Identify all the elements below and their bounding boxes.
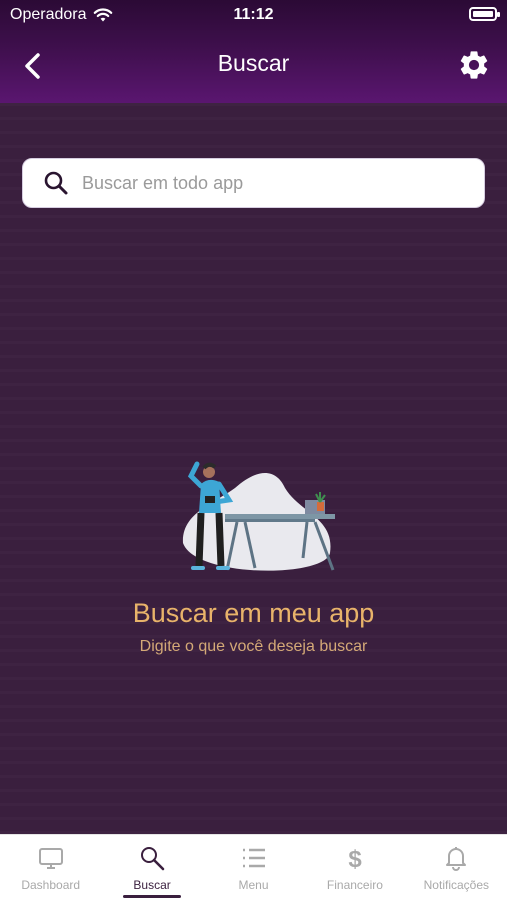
search-icon (44, 171, 68, 195)
tab-menu[interactable]: Menu (203, 835, 304, 900)
tab-buscar[interactable]: Buscar (101, 835, 202, 900)
svg-text:$: $ (348, 846, 362, 872)
empty-state-subtitle: Digite o que você deseja buscar (139, 638, 368, 655)
tab-label: Menu (238, 878, 269, 892)
tab-label: Financeiro (326, 878, 383, 892)
tab-label: Notificações (423, 878, 490, 892)
person-at-desk-illustration (182, 461, 335, 571)
tab-label: Dashboard (21, 878, 81, 892)
monitor-icon (38, 848, 63, 869)
active-tab-indicator (123, 895, 182, 898)
page-title: Buscar (217, 50, 290, 76)
gear-icon (460, 51, 488, 79)
search-bar[interactable] (22, 158, 485, 208)
list-icon (242, 848, 265, 868)
status-time: 11:12 (233, 6, 274, 23)
main-content: Buscar em meu app Digite o que você dese… (0, 103, 507, 834)
search-icon (141, 847, 165, 871)
top-bar: Operadora 11:12 Buscar (0, 0, 507, 103)
tab-dashboard[interactable]: Dashboard (0, 835, 101, 900)
settings-button[interactable] (457, 48, 491, 82)
tab-label: Buscar (133, 878, 171, 892)
empty-state-title: Buscar em meu app (132, 598, 375, 628)
dollar-icon: $ (348, 846, 362, 872)
navigation-bar: Buscar (0, 36, 507, 96)
battery-icon (469, 7, 500, 21)
tab-financeiro[interactable]: $ Financeiro (304, 835, 405, 900)
bell-icon (446, 847, 467, 871)
status-bar: Operadora 11:12 (0, 0, 507, 32)
bottom-tab-bar: Dashboard Buscar Menu $ Financeiro Notif… (0, 834, 507, 900)
tab-notificacoes[interactable]: Notificações (406, 835, 507, 900)
search-input[interactable] (82, 172, 462, 194)
